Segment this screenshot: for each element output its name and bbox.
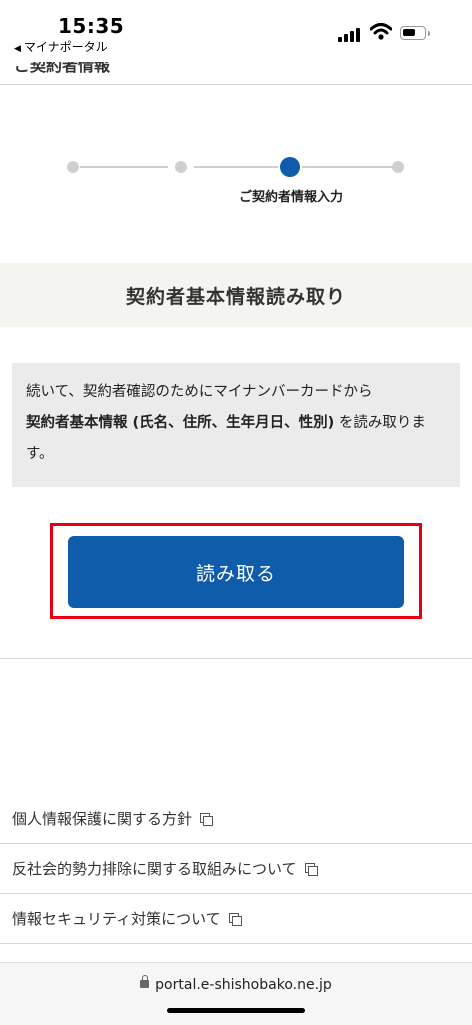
progress-stepper: ご契約者情報入力 [0, 150, 472, 230]
divider [0, 843, 472, 844]
step-connector [302, 166, 392, 168]
instruction-box: 続いて、契約者確認のためにマイナンバーカードから 契約者基本情報 (氏名、住所、… [12, 363, 460, 487]
security-measures-link[interactable]: 情報セキュリティ対策について [12, 908, 242, 929]
cellular-signal-icon [338, 24, 364, 42]
step-connector [194, 166, 278, 168]
lock-icon [140, 975, 150, 988]
section-header: 契約者基本情報読み取り [0, 263, 472, 327]
external-window-icon [200, 812, 214, 826]
divider [0, 943, 472, 944]
browser-address-bar[interactable]: portal.e-shishobako.ne.jp [0, 962, 472, 1025]
page-header-title: ご契約者情報 [14, 62, 111, 75]
step-4-dot [392, 161, 404, 173]
status-time: 15:35 [58, 14, 125, 38]
external-window-icon [304, 862, 318, 876]
antisocial-forces-label: 反社会的勢力排除に関する取組みについて [12, 860, 297, 878]
instruction-bold-text: 契約者基本情報 (氏名、住所、生年月日、性別) [26, 415, 335, 431]
step-1-dot [67, 161, 79, 173]
instruction-text-line1: 続いて、契約者確認のためにマイナンバーカードから [26, 384, 373, 400]
back-triangle-icon: ◀ [14, 44, 21, 54]
step-2-dot [175, 161, 187, 173]
privacy-policy-link[interactable]: 個人情報保護に関する方針 [12, 808, 214, 829]
read-card-button[interactable]: 読み取る [68, 536, 404, 608]
home-indicator[interactable] [167, 1008, 305, 1013]
divider [0, 658, 472, 659]
section-title: 契約者基本情報読み取り [125, 285, 346, 308]
page-header: ご契約者情報 [0, 62, 472, 85]
security-measures-label: 情報セキュリティ対策について [12, 910, 221, 928]
url-text: portal.e-shishobako.ne.jp [155, 977, 332, 993]
status-bar: 15:35 ◀ マイナポータル [0, 0, 472, 62]
privacy-policy-label: 個人情報保護に関する方針 [12, 810, 193, 828]
back-to-app-link[interactable]: ◀ マイナポータル [14, 38, 108, 55]
external-window-icon [228, 912, 242, 926]
wifi-icon [370, 23, 392, 40]
antisocial-forces-link[interactable]: 反社会的勢力排除に関する取組みについて [12, 858, 318, 879]
active-step-label: ご契約者情報入力 [238, 190, 343, 205]
step-3-dot-active [280, 157, 300, 177]
step-connector [80, 166, 168, 168]
divider [0, 893, 472, 894]
back-app-label: マイナポータル [23, 40, 108, 54]
battery-icon [400, 26, 430, 40]
